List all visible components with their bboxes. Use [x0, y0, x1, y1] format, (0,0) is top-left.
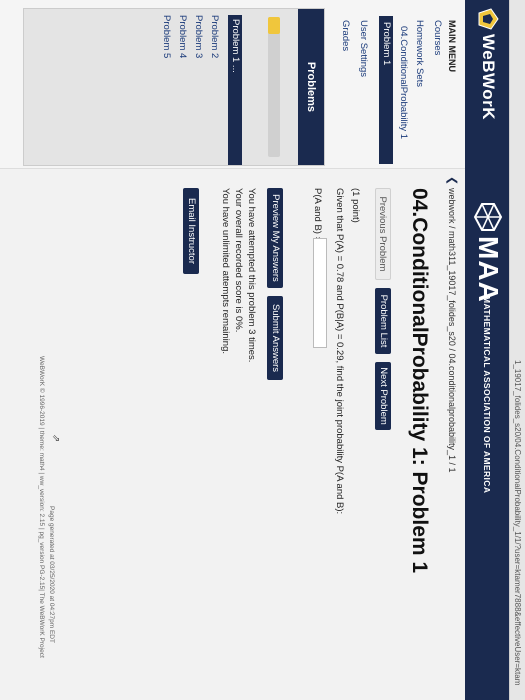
problem-points: (1 point) — [350, 188, 361, 223]
sidebar-item-grades[interactable]: Grades — [340, 20, 351, 51]
progress-bar — [268, 17, 280, 157]
main-menu-heading: MAIN MENU — [447, 20, 457, 72]
problem-question: Given that P(A) = 0.78 and P(B|A) = 0.29… — [334, 188, 345, 515]
previous-problem-button[interactable]: Previous Problem — [375, 188, 391, 280]
email-instructor-button[interactable]: Email Instructor — [183, 188, 199, 274]
sidebar-item-courses[interactable]: Courses — [432, 20, 443, 55]
mouse-cursor-icon: ⇗ — [50, 434, 61, 443]
status-score: Your overall recorded score is 0%. — [233, 188, 244, 333]
sidebar: MAIN MENU Courses Homework Sets 04.Condi… — [0, 0, 465, 169]
maa-logo-icon — [473, 203, 503, 231]
problem-list-item[interactable]: Problem 2 — [209, 15, 220, 58]
footer-generated: Page generated at 03/25/2020 at 04:27pm … — [48, 506, 55, 643]
problems-heading: Problems — [298, 9, 324, 165]
sidebar-item-set[interactable]: 04.ConditionalProbability 1 — [398, 26, 409, 139]
problem-list-item[interactable]: Problem 4 — [177, 15, 188, 58]
main-content: ❮ webwork / math311_19017_folides_s20 / … — [0, 176, 465, 700]
footer-version: WeBWorK © 1996-2019 | theme: math4 | ww_… — [38, 356, 45, 658]
problem-list-item[interactable]: Problem 3 — [193, 15, 204, 58]
next-problem-button[interactable]: Next Problem — [375, 362, 391, 430]
top-header: WeBWorK MAA MATHEMATICAL ASSOCIATION OF … — [465, 0, 509, 700]
answer-input[interactable] — [313, 238, 327, 348]
webwork-logo-icon — [478, 8, 499, 30]
problem-list-button[interactable]: Problem List — [375, 288, 391, 354]
problem-list-item[interactable]: Problem 1 ... — [228, 15, 242, 165]
chevron-left-icon[interactable]: ❮ — [446, 176, 459, 185]
preview-answers-button[interactable]: Preview My Answers — [267, 188, 283, 288]
screen: 1_19017_folides_s20/04.ConditionalProbab… — [0, 0, 525, 700]
breadcrumb[interactable]: webwork / math311_19017_folides_s20 / 04… — [447, 188, 457, 473]
progress-bar-fill — [268, 17, 280, 34]
sidebar-item-problem-1[interactable]: Problem 1 — [379, 16, 393, 164]
answer-label: P(A and B) = — [312, 188, 323, 243]
url-text: 1_19017_folides_s20/04.ConditionalProbab… — [513, 360, 522, 686]
maa-brand: MAA — [473, 236, 504, 303]
sidebar-item-user-settings[interactable]: User Settings — [358, 20, 369, 77]
page-title: 04.ConditionalProbability 1: Problem 1 — [408, 188, 431, 574]
maa-brand-subtitle: MATHEMATICAL ASSOCIATION OF AMERICA — [482, 296, 492, 494]
status-attempts: You have attempted this problem 3 times. — [246, 188, 257, 363]
browser-url-bar[interactable]: 1_19017_folides_s20/04.ConditionalProbab… — [509, 0, 525, 700]
app-title[interactable]: WeBWorK — [478, 34, 498, 120]
submit-answers-button[interactable]: Submit Answers — [267, 296, 283, 380]
problem-list-item[interactable]: Problem 5 — [161, 15, 172, 58]
status-remaining: You have unlimited attempts remaining. — [220, 188, 231, 354]
problems-panel: Problems Problem 1 ... Problem 2 Problem… — [23, 8, 325, 166]
sidebar-item-homework-sets[interactable]: Homework Sets — [414, 20, 425, 87]
